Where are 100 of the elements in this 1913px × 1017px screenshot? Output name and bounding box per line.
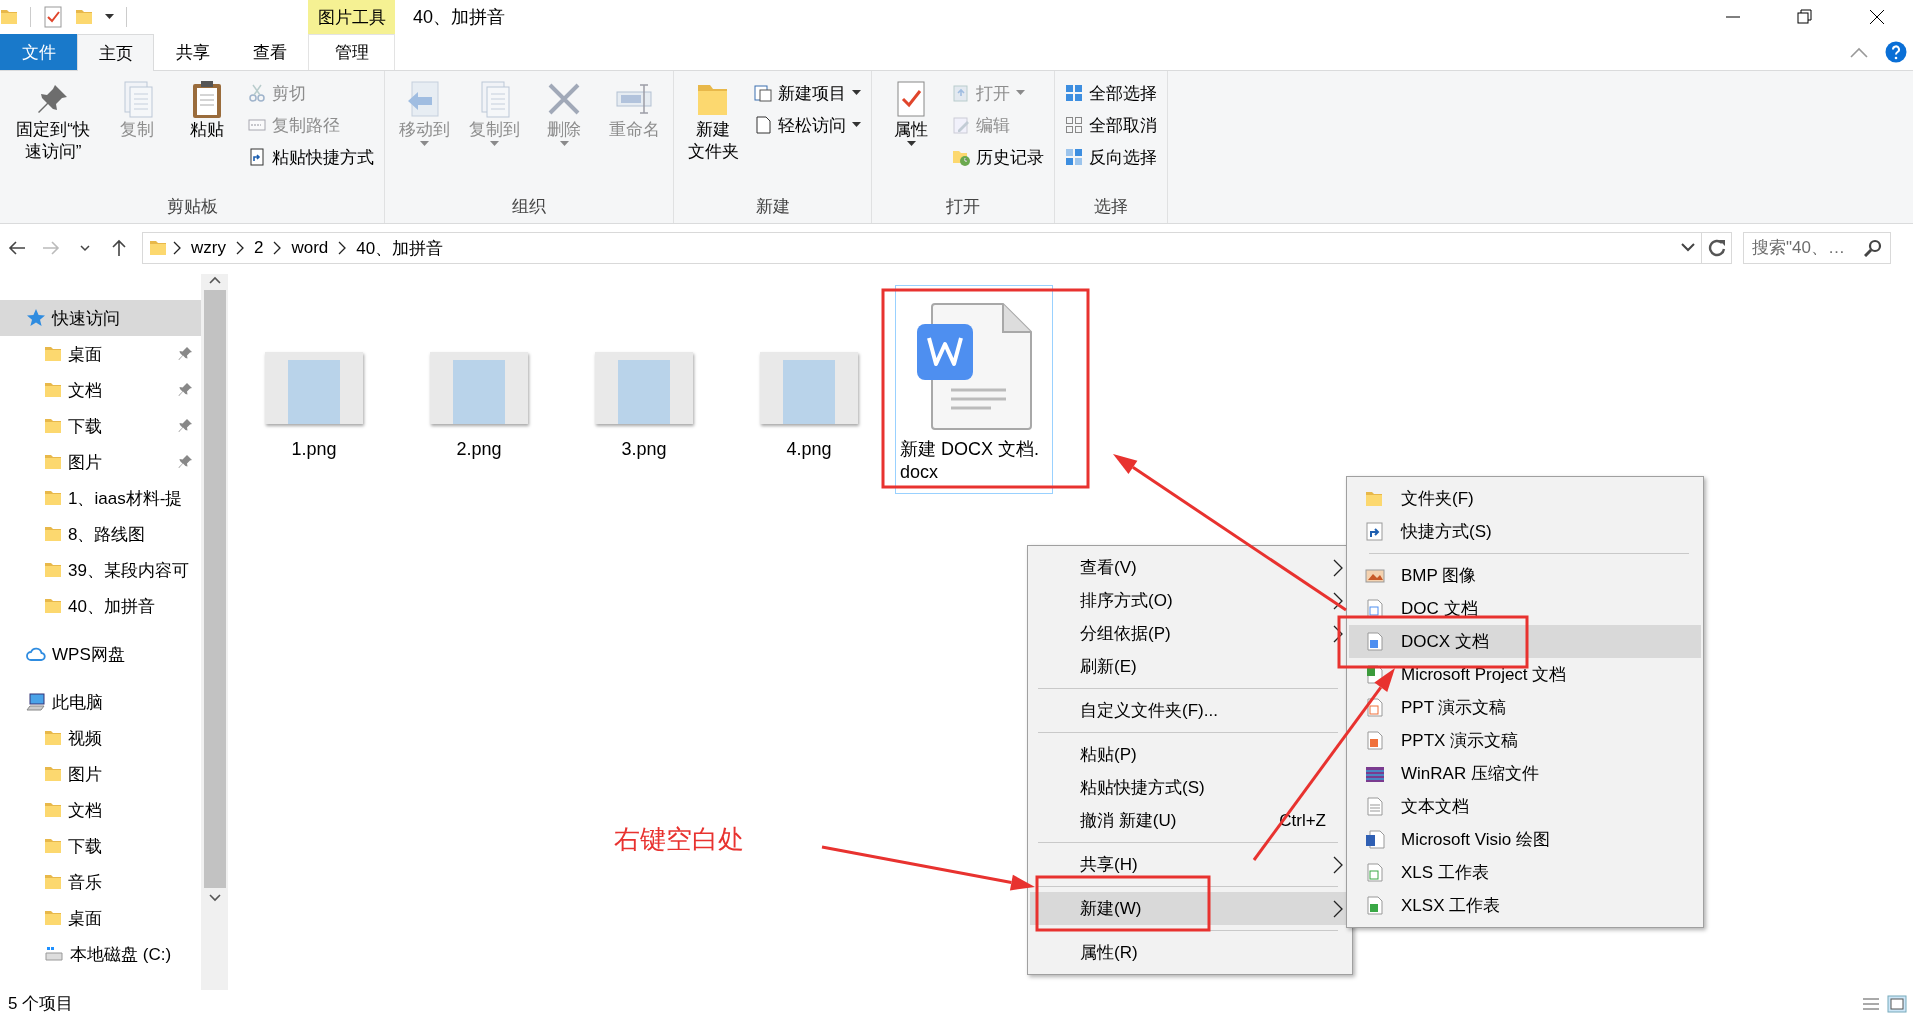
- nav-item[interactable]: 文档: [0, 792, 201, 828]
- spreadsheet-icon: [1365, 895, 1385, 916]
- nav-item[interactable]: 视频: [0, 720, 201, 756]
- breadcrumb-link[interactable]: word: [287, 238, 333, 258]
- scroll-up-icon[interactable]: [207, 274, 222, 286]
- scrollbar-thumb[interactable]: [203, 290, 226, 888]
- chevron-icon: [173, 241, 181, 255]
- shortcut-icon: [248, 148, 266, 166]
- search-icon[interactable]: [1864, 239, 1882, 257]
- nav-item[interactable]: WPS网盘: [0, 636, 201, 672]
- shortcut-icon: [1365, 521, 1385, 542]
- history-icon: [952, 148, 970, 166]
- nav-item[interactable]: 图片: [0, 756, 201, 792]
- document-icon: [1365, 829, 1385, 850]
- ribbon-button[interactable]: 轻松访问: [750, 109, 865, 141]
- nav-item[interactable]: 快速访问: [0, 300, 201, 336]
- file-item[interactable]: 4.png: [730, 285, 888, 494]
- menu-item[interactable]: 排序方式(O): [1030, 584, 1350, 617]
- nav-item[interactable]: 本地磁盘 (C:): [0, 936, 201, 972]
- nav-item[interactable]: 39、某段内容可: [0, 552, 201, 588]
- ribbon-tab[interactable]: 主页: [77, 34, 154, 71]
- ribbon-tab[interactable]: 共享: [154, 34, 231, 70]
- menu-item[interactable]: XLS 工作表: [1349, 856, 1701, 889]
- ribbon-button[interactable]: 粘贴: [174, 77, 240, 144]
- nav-item[interactable]: 音乐: [0, 864, 201, 900]
- menu-item[interactable]: PPT 演示文稿: [1349, 691, 1701, 724]
- chevron-icon: [273, 241, 282, 255]
- close-icon: [1867, 7, 1887, 27]
- ribbon-tab[interactable]: 管理: [308, 34, 395, 70]
- ribbon-button[interactable]: 粘贴快捷方式: [244, 141, 378, 173]
- ribbon-button[interactable]: 固定到“快速访问”: [6, 77, 100, 166]
- menu-item[interactable]: BMP 图像: [1349, 559, 1701, 592]
- ribbon-button[interactable]: 新建 文件夹: [680, 77, 746, 166]
- new-item-icon: [754, 84, 772, 102]
- star-icon: [26, 308, 46, 328]
- ribbon-button[interactable]: 全部取消: [1061, 109, 1161, 141]
- folder-icon: [44, 452, 62, 472]
- ribbon-button[interactable]: 反向选择: [1061, 141, 1161, 173]
- ribbon-button[interactable]: 全部选择: [1061, 77, 1161, 109]
- menu-item[interactable]: 共享(H): [1030, 848, 1350, 881]
- menu-item[interactable]: 文件夹(F): [1349, 482, 1701, 515]
- nav-item[interactable]: 文档: [0, 372, 201, 408]
- ribbon-button[interactable]: 新建项目: [750, 77, 865, 109]
- menu-item[interactable]: 自定义文件夹(F)...: [1030, 694, 1350, 727]
- large-icons-view-icon[interactable]: [1887, 994, 1907, 1013]
- folder-icon: [44, 380, 62, 400]
- dropdown-icon[interactable]: [1681, 243, 1695, 253]
- nav-item[interactable]: 1、iaas材料-提: [0, 480, 201, 516]
- menu-item[interactable]: XLSX 工作表: [1349, 889, 1701, 922]
- file-item[interactable]: 1.png: [235, 285, 393, 494]
- address-field[interactable]: wzry 2 word 40、加拼音: [142, 232, 1702, 264]
- folder-icon: [75, 7, 93, 27]
- scrollbar[interactable]: [201, 274, 228, 990]
- breadcrumb-link[interactable]: wzry: [187, 238, 230, 258]
- menu-item[interactable]: DOCX 文档: [1349, 625, 1701, 658]
- edit-icon: [952, 116, 970, 134]
- pin-icon: [177, 346, 193, 362]
- folder-icon: [44, 344, 62, 364]
- menu-item[interactable]: 查看(V): [1030, 551, 1350, 584]
- grid-icon: [1065, 116, 1083, 134]
- nav-item[interactable]: 图片: [0, 444, 201, 480]
- nav-item[interactable]: 8、路线图: [0, 516, 201, 552]
- ribbon-tab[interactable]: 文件: [0, 34, 77, 70]
- scroll-down-icon[interactable]: [207, 892, 222, 904]
- help-icon[interactable]: [1885, 41, 1907, 63]
- nav-item[interactable]: 桌面: [0, 336, 201, 372]
- group-label: 打开: [945, 195, 981, 218]
- refresh-button[interactable]: [1702, 232, 1732, 264]
- nav-item[interactable]: 下载: [0, 828, 201, 864]
- nav-item[interactable]: 此电脑: [0, 684, 201, 720]
- folder-icon: [149, 238, 167, 258]
- status-text: 5 个项目: [8, 993, 74, 1015]
- menu-item[interactable]: 属性(R): [1030, 936, 1350, 969]
- breadcrumb-link[interactable]: 2: [249, 238, 268, 258]
- menu-item[interactable]: 分组依据(P): [1030, 617, 1350, 650]
- menu-item[interactable]: WinRAR 压缩文件: [1349, 757, 1701, 790]
- menu-item[interactable]: 文本文档: [1349, 790, 1701, 823]
- menu-item[interactable]: 刷新(E): [1030, 650, 1350, 683]
- ribbon-button[interactable]: 历史记录: [948, 141, 1048, 173]
- nav-item[interactable]: 下载: [0, 408, 201, 444]
- nav-item[interactable]: 桌面: [0, 900, 201, 936]
- menu-item[interactable]: PPTX 演示文稿: [1349, 724, 1701, 757]
- ribbon-tab[interactable]: 查看: [231, 34, 308, 70]
- spreadsheet-icon: [1365, 862, 1385, 883]
- ribbon-button[interactable]: 属性: [878, 77, 944, 150]
- search-field[interactable]: 搜索"40、…: [1743, 232, 1891, 264]
- nav-item[interactable]: 40、加拼音: [0, 588, 201, 624]
- menu-item[interactable]: 粘贴(P): [1030, 738, 1350, 771]
- file-item[interactable]: 2.png: [400, 285, 558, 494]
- collapse-ribbon-icon[interactable]: [1849, 46, 1869, 58]
- menu-item[interactable]: 粘贴快捷方式(S): [1030, 771, 1350, 804]
- menu-item[interactable]: 快捷方式(S): [1349, 515, 1701, 548]
- file-item[interactable]: 3.png: [565, 285, 723, 494]
- folder-icon: [0, 7, 18, 27]
- menu-item[interactable]: Microsoft Visio 绘图: [1349, 823, 1701, 856]
- file-item[interactable]: 新建 DOCX 文档.docx: [895, 285, 1053, 494]
- menu-item[interactable]: DOC 文档: [1349, 592, 1701, 625]
- breadcrumb-link[interactable]: 40、加拼音: [352, 236, 448, 260]
- checklist-icon[interactable]: [43, 6, 63, 28]
- chevron-icon: [235, 241, 244, 255]
